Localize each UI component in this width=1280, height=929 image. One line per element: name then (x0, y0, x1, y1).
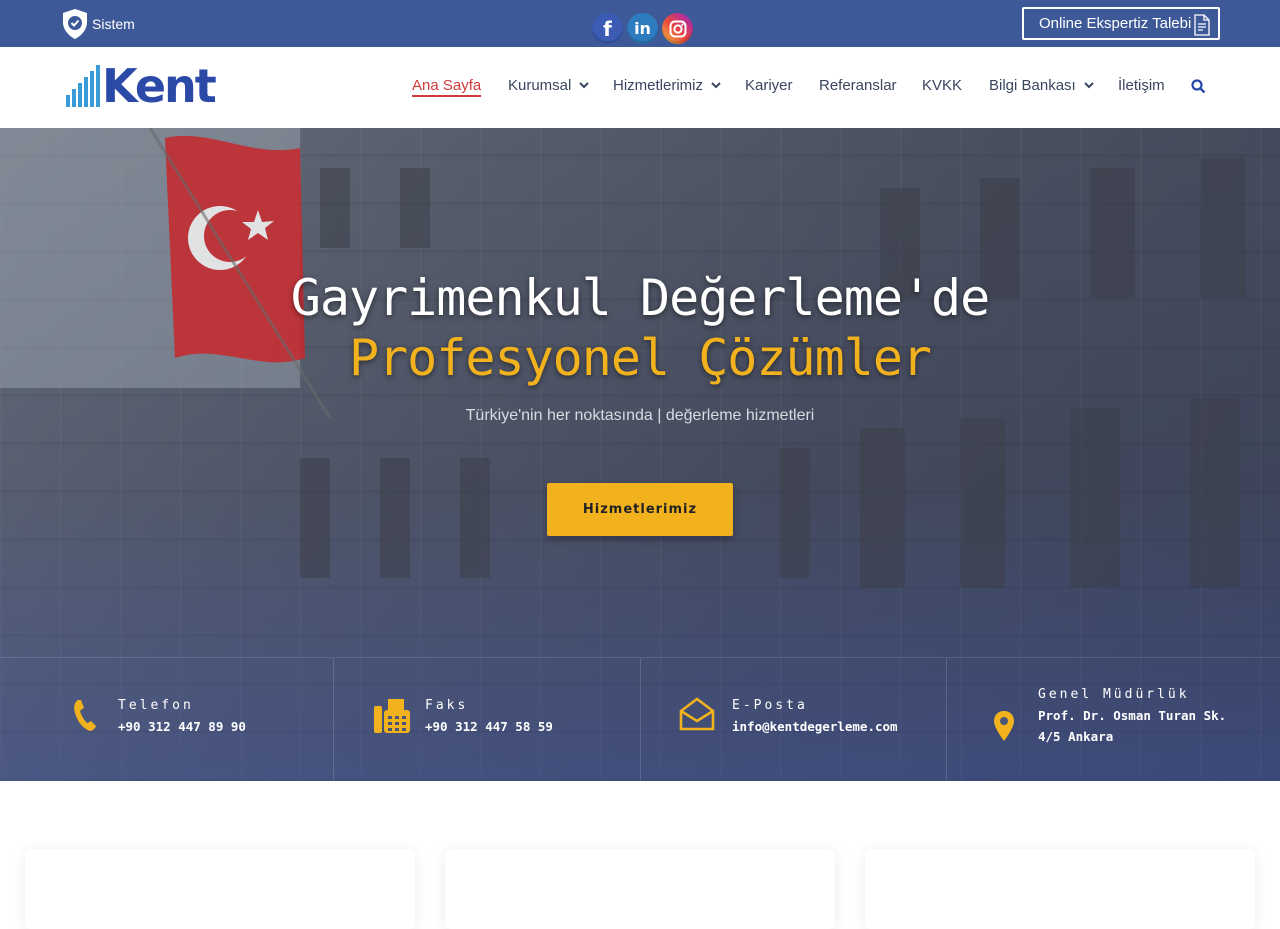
online-ekspertiz-label: Online Ekspertiz Talebi (1039, 15, 1192, 32)
nav-item-label: Kurumsal (508, 77, 572, 94)
fax-label: Faks (425, 698, 469, 713)
instagram-icon[interactable] (662, 13, 693, 44)
nav-item-label: Bilgi Bankası (989, 77, 1076, 94)
map-marker-icon (994, 711, 1014, 741)
nav-menu: Ana Sayfa Kurumsal Hizmetlerimiz Kariyer… (0, 77, 1280, 101)
nav-item-label: KVKK (922, 77, 963, 94)
facebook-icon[interactable]: f (592, 13, 623, 44)
envelope-open-icon (679, 697, 715, 731)
service-card[interactable] (445, 849, 835, 929)
nav-item-kurumsal[interactable]: Kurumsal (508, 77, 590, 94)
hero-title-line2: Profesyonel Çözümler (348, 329, 932, 387)
contact-phone[interactable]: Telefon +90 312 447 89 90 (0, 658, 333, 781)
service-card[interactable] (865, 849, 1255, 929)
document-icon (1194, 14, 1210, 36)
chevron-down-icon (711, 82, 721, 89)
sistem-link[interactable]: Sistem (62, 8, 135, 40)
nav-item-hizmetlerimiz[interactable]: Hizmetlerimiz (613, 77, 721, 94)
fax-icon (374, 699, 410, 733)
nav-item-label: İletişim (1118, 77, 1165, 94)
online-ekspertiz-button[interactable]: Online Ekspertiz Talebi (1022, 7, 1220, 40)
hero-title-line1: Gayrimenkul Değerleme'de (290, 269, 990, 327)
hero-section: Gayrimenkul Değerleme'de Profesyonel Çöz… (0, 128, 1280, 781)
nav-item-kvkk[interactable]: KVKK (922, 77, 962, 94)
phone-icon (74, 700, 96, 731)
nav-item-iletisim[interactable]: İletişim (1118, 77, 1165, 94)
phone-value: +90 312 447 89 90 (118, 719, 246, 734)
sistem-label: Sistem (92, 16, 135, 32)
social-links: f in (592, 13, 693, 44)
search-icon[interactable] (1191, 79, 1206, 94)
nav-item-ana-sayfa[interactable]: Ana Sayfa (412, 77, 482, 97)
service-card[interactable] (25, 849, 415, 929)
contact-strip: Telefon +90 312 447 89 90 Faks +90 312 4… (0, 657, 1280, 781)
top-bar: Sistem f in Online Ekspertiz Talebi (0, 0, 1280, 47)
nav-item-label: Referanslar (819, 77, 897, 94)
nav-item-label: Hizmetlerimiz (613, 77, 703, 94)
contact-email[interactable]: E-Posta info@kentdegerleme.com (640, 658, 946, 781)
hizmetlerimiz-button[interactable]: Hizmetlerimiz (547, 483, 733, 536)
hq-address-line1: Prof. Dr. Osman Turan Sk. (1038, 708, 1227, 723)
nav-item-label: Kariyer (745, 77, 793, 94)
nav-item-kariyer[interactable]: Kariyer (745, 77, 793, 94)
hero-subtitle: Türkiye'nin her noktasında | değerleme h… (465, 407, 815, 424)
contact-hq[interactable]: Genel Müdürlük Prof. Dr. Osman Turan Sk.… (946, 658, 1280, 781)
email-label: E-Posta (732, 698, 808, 713)
hq-address-line2: 4/5 Ankara (1038, 729, 1114, 744)
nav-item-bilgi-bankasi[interactable]: Bilgi Bankası (989, 77, 1094, 94)
linkedin-icon[interactable]: in (627, 13, 658, 44)
phone-label: Telefon (118, 698, 194, 713)
chevron-down-icon (579, 82, 590, 89)
hq-label: Genel Müdürlük (1038, 687, 1190, 702)
main-navbar: Kent Ana Sayfa Kurumsal Hizmetlerimiz Ka… (0, 47, 1280, 128)
nav-item-label: Ana Sayfa (412, 77, 482, 94)
chevron-down-icon (1084, 82, 1094, 89)
contact-fax[interactable]: Faks +90 312 447 58 59 (333, 658, 640, 781)
nav-item-referanslar[interactable]: Referanslar (819, 77, 897, 94)
shield-check-icon (63, 9, 87, 39)
email-value: info@kentdegerleme.com (732, 719, 898, 734)
fax-value: +90 312 447 58 59 (425, 719, 553, 734)
